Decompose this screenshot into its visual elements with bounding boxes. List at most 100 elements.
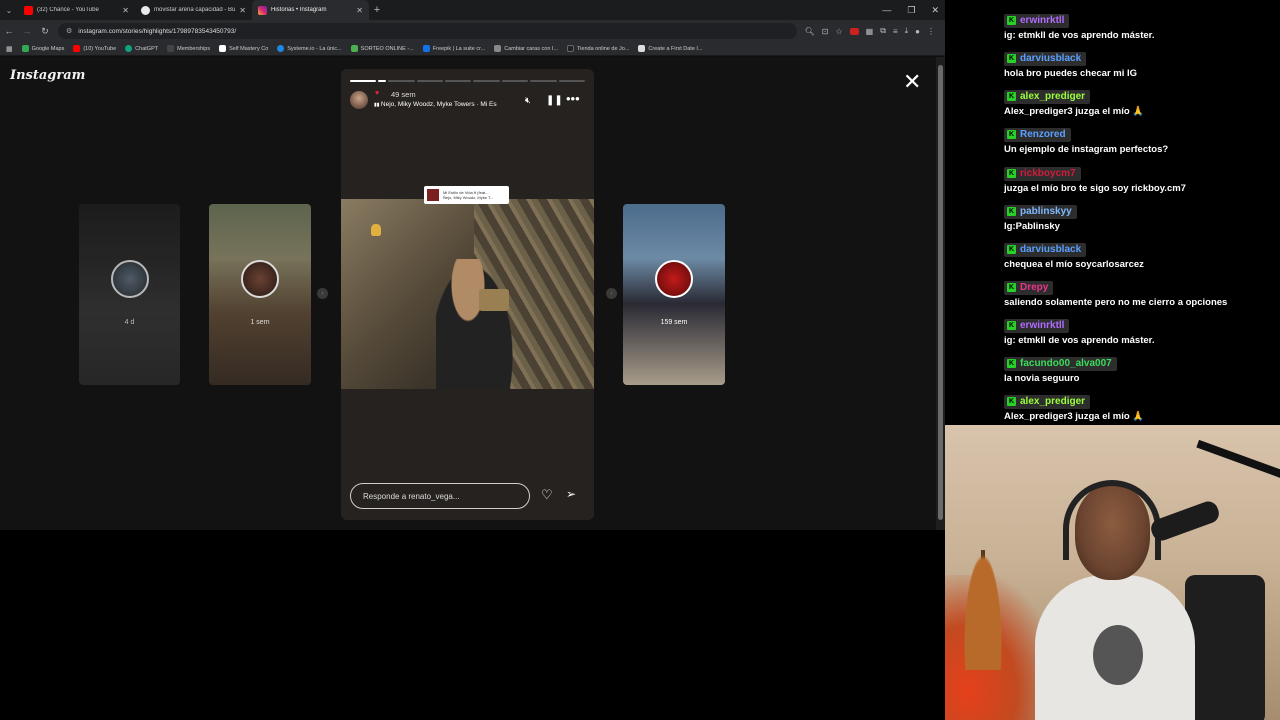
extension-puzzle-icon[interactable]: ⧉ bbox=[880, 26, 886, 36]
instagram-logo[interactable]: Instagram bbox=[10, 68, 85, 83]
tab-instagram[interactable]: Historias • Instagram ✕ bbox=[252, 0, 369, 20]
chat-message: Kalex_prediger Alex_prediger3 juzga el mí… bbox=[1004, 85, 1144, 117]
chat-username: pablinskyy bbox=[1020, 206, 1072, 217]
bookmark-first-date[interactable]: Create a First Date I... bbox=[638, 45, 703, 52]
chat-text: ig: etmkll de vos aprendo máster. bbox=[1004, 29, 1155, 41]
progress-segment bbox=[558, 80, 586, 82]
extension-icon[interactable]: ▦ bbox=[866, 27, 874, 36]
profile-icon[interactable]: ● bbox=[915, 27, 920, 36]
tab-close-icon[interactable]: ✕ bbox=[122, 6, 129, 15]
bookmark-icon bbox=[350, 45, 358, 52]
microphone bbox=[1148, 498, 1222, 544]
tab-search-icon[interactable]: ⌄ bbox=[0, 0, 18, 20]
forward-icon[interactable]: → bbox=[22, 26, 32, 36]
new-tab-button[interactable]: + bbox=[369, 4, 385, 16]
side-story-2[interactable]: 1 sem bbox=[209, 204, 311, 385]
pause-icon[interactable]: ❚❚ bbox=[546, 95, 563, 106]
window-controls: — ❐ ✕ bbox=[882, 0, 939, 20]
bookmark-google-maps[interactable]: Google Maps bbox=[21, 45, 65, 52]
chat-username: erwinrktll bbox=[1020, 15, 1065, 26]
chat-username: erwinrktll bbox=[1020, 320, 1065, 331]
menu-kebab-icon[interactable]: ⋮ bbox=[927, 27, 935, 36]
bookmark-label: Memberships bbox=[177, 45, 211, 52]
tab-bar: ⌄ (32) Chance - YouTube ✕ movistar arena… bbox=[0, 0, 945, 20]
chat-message: K Renzored Un ejemplo de instagram perfect… bbox=[1004, 123, 1168, 155]
reply-input[interactable]: Responde a renato_vega... bbox=[350, 483, 530, 509]
webcam-feed bbox=[945, 425, 1280, 720]
progress-segment bbox=[378, 80, 387, 82]
reload-icon[interactable]: ↻ bbox=[40, 26, 50, 37]
camera-in-photo bbox=[479, 289, 509, 311]
window-close-icon[interactable]: ✕ bbox=[931, 5, 939, 16]
tab-google[interactable]: movistar arena capacidad - Bu ✕ bbox=[135, 0, 252, 20]
more-options-icon[interactable]: ••• bbox=[566, 91, 580, 106]
chat-user-badge: Kerwinrktll bbox=[1004, 318, 1070, 333]
bookmark-icon bbox=[167, 45, 175, 52]
music-bars-icon: ▮▮ bbox=[374, 102, 381, 108]
kick-icon: K bbox=[1007, 92, 1016, 101]
back-icon[interactable]: ← bbox=[4, 26, 14, 36]
zoom-icon[interactable]: 🔍︎ bbox=[805, 27, 815, 36]
bookmark-label: (10) YouTube bbox=[83, 45, 117, 52]
bookmark-label: Self Mastery Co bbox=[229, 45, 269, 52]
like-heart-icon[interactable]: ♡ bbox=[541, 487, 553, 503]
page-scrollbar[interactable] bbox=[936, 57, 945, 530]
tab-youtube[interactable]: (32) Chance - YouTube ✕ bbox=[18, 0, 135, 20]
side-story-1[interactable]: 4 d bbox=[79, 204, 180, 385]
mute-icon[interactable]: 🔇︎ bbox=[525, 95, 531, 106]
story-avatar[interactable] bbox=[350, 91, 368, 109]
chat-message: Kfacundo00_alva007 la novia seguuro bbox=[1004, 352, 1117, 384]
progress-segment bbox=[350, 80, 377, 82]
kick-icon: K bbox=[1007, 283, 1016, 292]
tab-close-icon[interactable]: ✕ bbox=[239, 6, 246, 15]
tab-close-icon[interactable]: ✕ bbox=[356, 6, 363, 15]
maximize-icon[interactable]: ❐ bbox=[907, 5, 915, 16]
bookmark-chatgpt[interactable]: ChatGPT bbox=[125, 45, 158, 52]
bookmark-icon bbox=[73, 45, 81, 52]
chat-username: darviusblack bbox=[1020, 53, 1082, 64]
media-controls-icon[interactable]: ≡ bbox=[893, 27, 898, 36]
download-icon[interactable]: ⤓ bbox=[905, 26, 909, 36]
story-song[interactable]: ▮▮ Ñejo, Miky Woodz, Myke Towers · Mi Es bbox=[374, 101, 516, 108]
apps-grid-icon[interactable]: ▦ bbox=[6, 45, 13, 53]
close-viewer-icon[interactable]: ✕ bbox=[903, 71, 921, 93]
empty-area bbox=[0, 530, 945, 720]
bookmark-systeme[interactable]: Systeme.io - La únic... bbox=[277, 45, 342, 52]
chat-user-badge: Kalex_prediger bbox=[1004, 89, 1091, 104]
url-bar[interactable]: ⚙ instagram.com/stories/highlights/17989… bbox=[58, 23, 797, 39]
bookmark-label: Freepik | La suite cr... bbox=[432, 45, 486, 52]
side-story-3[interactable]: 159 sem bbox=[623, 204, 725, 385]
chat-username: Renzored bbox=[1020, 129, 1066, 140]
chat-message: Kdarviusblack hola bro puedes checar mi I… bbox=[1004, 47, 1137, 79]
previous-story-icon[interactable]: ‹ bbox=[317, 288, 328, 299]
bookmark-label: Cambiar caras con I... bbox=[504, 45, 559, 52]
install-icon[interactable]: ⊡ bbox=[822, 27, 829, 36]
bookmark-icon bbox=[638, 45, 646, 52]
extension-red-icon[interactable] bbox=[849, 27, 859, 35]
bookmark-label: Google Maps bbox=[31, 45, 65, 52]
chat-text: juzga el mío bro te sigo soy rickboy.cm7 bbox=[1004, 182, 1186, 194]
bookmark-cambiar-caras[interactable]: Cambiar caras con I... bbox=[494, 45, 558, 52]
address-toolbar: ← → ↻ ⚙ instagram.com/stories/highlights… bbox=[0, 20, 945, 42]
bookmark-youtube[interactable]: (10) YouTube bbox=[73, 45, 116, 52]
bookmark-memberships[interactable]: Memberships bbox=[167, 45, 210, 52]
chat-user-badge: Kpablinskyy bbox=[1004, 204, 1077, 219]
active-story[interactable]: ♥ 49 sem ▮▮ Ñejo, Miky Woodz, Myke Tower… bbox=[341, 69, 594, 520]
next-story-icon[interactable]: › bbox=[606, 288, 617, 299]
bookmark-label: SORTEO ONLINE -... bbox=[360, 45, 414, 52]
bookmark-sorteo[interactable]: SORTEO ONLINE -... bbox=[350, 45, 414, 52]
tab-title: movistar arena capacidad - Bu bbox=[154, 7, 236, 13]
bookmark-label: Tienda online de Jo... bbox=[577, 45, 630, 52]
scrollbar-thumb[interactable] bbox=[938, 65, 943, 520]
bookmark-self-mastery[interactable]: Self Mastery Co bbox=[219, 45, 268, 52]
story-progress bbox=[350, 80, 586, 82]
shirt-print bbox=[1093, 625, 1143, 685]
minimize-icon[interactable]: — bbox=[882, 5, 891, 15]
music-sticker[interactable]: Mi Estilo de Vida ft (feat... Ñejo, Miky … bbox=[424, 186, 509, 204]
bookmark-tienda[interactable]: Tienda online de Jo... bbox=[567, 45, 629, 52]
chat-user-badge: K Renzored bbox=[1004, 127, 1071, 142]
send-icon[interactable]: ➢ bbox=[566, 487, 576, 501]
bookmark-star-icon[interactable]: ☆ bbox=[835, 27, 842, 36]
bookmark-freepik[interactable]: Freepik | La suite cr... bbox=[422, 45, 486, 52]
site-info-icon[interactable]: ⚙ bbox=[66, 27, 72, 35]
